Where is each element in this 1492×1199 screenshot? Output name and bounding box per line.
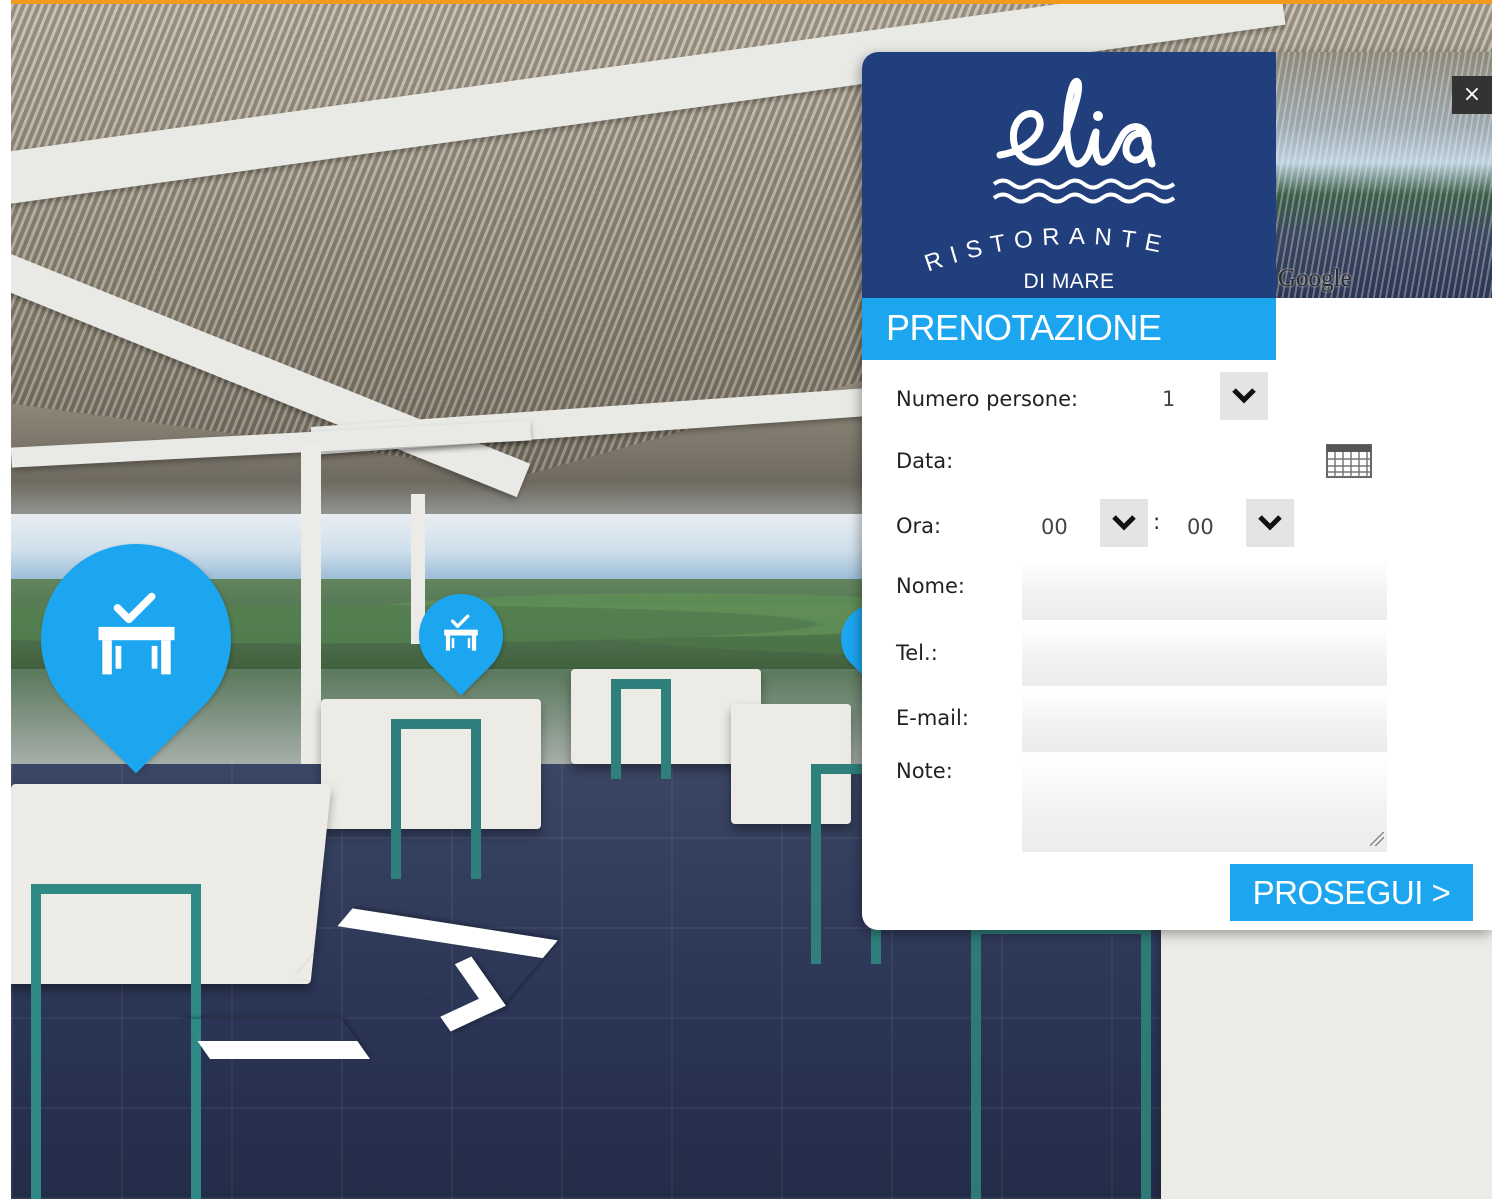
name-input[interactable] <box>1022 560 1387 620</box>
dining-chair <box>611 679 671 779</box>
chevron-down-icon <box>1232 388 1256 404</box>
minute-dropdown-button[interactable] <box>1246 499 1294 547</box>
hour-select[interactable]: 00 <box>1041 502 1068 552</box>
continue-button[interactable]: PROSEGUI > <box>1230 864 1473 921</box>
logo-subtitle: RISTORANTE <box>922 228 1172 276</box>
note-textarea[interactable] <box>1022 757 1387 852</box>
dining-table <box>1161 924 1492 1199</box>
persons-select[interactable]: 1 <box>1162 374 1175 424</box>
name-label: Nome: <box>896 574 966 598</box>
dining-chair <box>391 719 481 879</box>
minute-select[interactable]: 00 <box>1187 502 1214 552</box>
phone-input[interactable] <box>1022 626 1387 686</box>
close-icon[interactable]: × <box>1452 76 1492 114</box>
chevron-down-icon <box>1258 515 1282 531</box>
form-title-bar: PRENOTAZIONE <box>862 298 1276 360</box>
dining-chair <box>971 924 1151 1199</box>
chevron-down-icon <box>1112 515 1136 531</box>
support-post <box>301 444 321 774</box>
form-title: PRENOTAZIONE <box>886 307 1162 348</box>
restaurant-logo: RISTORANTE DI MARE <box>862 52 1276 298</box>
persons-dropdown-button[interactable] <box>1220 372 1268 420</box>
logo-location: DI MARE <box>1023 270 1115 293</box>
hour-dropdown-button[interactable] <box>1100 499 1148 547</box>
calendar-icon[interactable] <box>1326 444 1372 478</box>
table-check-icon <box>444 614 478 651</box>
resize-handle[interactable] <box>1370 832 1384 846</box>
elia-logo-icon <box>992 77 1176 204</box>
time-separator: : <box>1153 510 1161 535</box>
reservation-panel: Google RISTORANTE DI MARE PRENOTAZIONE N… <box>862 52 1492 930</box>
note-label: Note: <box>896 759 953 783</box>
email-label: E-mail: <box>896 706 969 730</box>
time-label: Ora: <box>896 514 942 538</box>
table-check-icon <box>98 592 174 674</box>
table-marker[interactable] <box>401 576 521 696</box>
dining-chair <box>31 884 201 1199</box>
google-attribution: Google <box>1278 265 1352 292</box>
email-input[interactable] <box>1022 692 1387 752</box>
phone-label: Tel.: <box>896 641 938 665</box>
chevron-arrow-icon[interactable] <box>181 1019 371 1059</box>
persons-label: Numero persone: <box>896 387 1079 411</box>
svg-text:RISTORANTE: RISTORANTE <box>922 228 1172 276</box>
left-page-edge <box>0 0 11 1199</box>
date-label: Data: <box>896 449 954 473</box>
